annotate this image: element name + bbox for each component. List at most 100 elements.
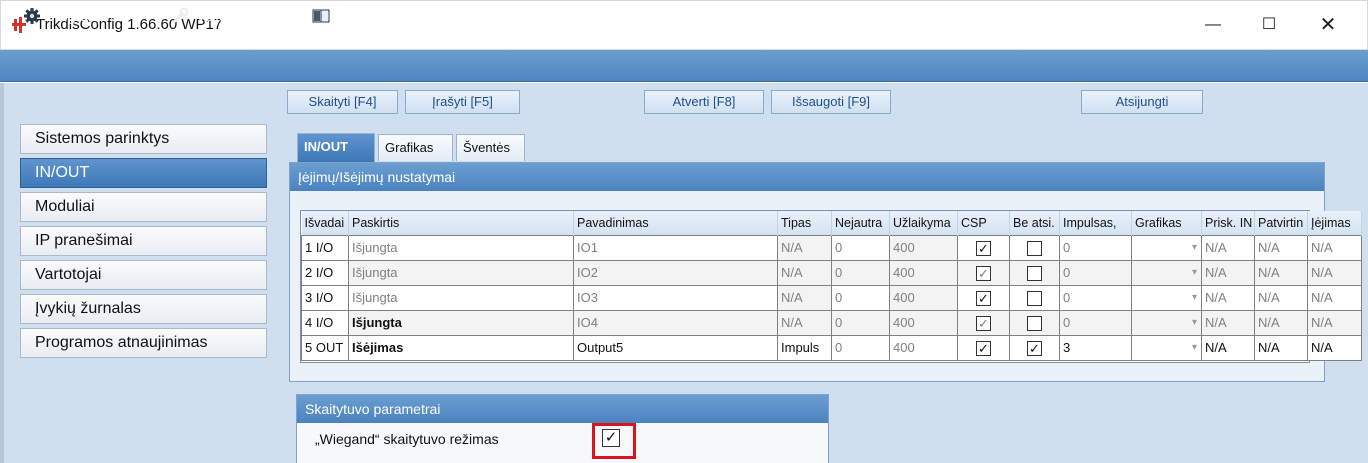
row-grafikas-select[interactable]: ▾ [1131,259,1202,286]
write-button[interactable]: Įrašyti [F5] [405,90,520,114]
row-delay[interactable]: 400 [889,334,958,361]
sidebar-item-moduliai[interactable]: Moduliai [20,192,267,222]
row-patv[interactable]: N/A [1254,334,1308,361]
row-impulse[interactable]: 0 [1059,284,1132,311]
row-nejautra[interactable]: 0 [831,284,890,311]
open-button[interactable]: Atverti [F8] [644,90,764,114]
tab-sventes[interactable]: Šventės [456,134,525,161]
table-row: 3 I/O Išjungta IO3 N/A 0 400 ✓ 0 ▾ N/A N… [301,284,1362,311]
tab-grafikas[interactable]: Grafikas [378,134,453,161]
minimize-button[interactable]: — [1190,8,1236,42]
row-impulse[interactable]: 0 [1059,234,1132,261]
row-name[interactable]: IO3 [573,284,778,311]
check-icon: ✓ [1027,340,1042,356]
row-nejautra[interactable]: 0 [831,334,890,361]
col-isvadai[interactable]: Išvadai [301,211,349,235]
row-iejimas[interactable]: N/A [1307,309,1362,336]
read-button[interactable]: Skaityti [F4] [287,90,398,114]
row-csp-checkbox[interactable]: ✓ [957,309,1010,336]
row-type[interactable]: N/A [777,234,832,261]
col-csp[interactable]: CSP [957,211,1010,235]
row-prisk[interactable]: N/A [1201,259,1255,286]
row-iejimas[interactable]: N/A [1307,284,1362,311]
row-impulse[interactable]: 0 [1059,259,1132,286]
col-prisk-in[interactable]: Prisk. IN [1201,211,1255,235]
row-be-atsi-checkbox[interactable] [1009,309,1060,336]
row-prisk[interactable]: N/A [1201,284,1255,311]
col-grafikas[interactable]: Grafikas [1131,211,1202,235]
row-name[interactable]: IO1 [573,234,778,261]
row-csp-checkbox[interactable]: ✓ [957,234,1010,261]
row-prisk[interactable]: N/A [1201,334,1255,361]
col-be-atsi[interactable]: Be atsi. [1009,211,1060,235]
col-tipas[interactable]: Tipas [777,211,832,235]
disconnect-button[interactable]: Atsijungti [1081,90,1203,114]
table-row: 1 I/O Išjungta IO1 N/A 0 400 ✓ 0 ▾ N/A N… [301,234,1362,261]
menu-veiksmai[interactable]: Veiksmai [172,5,252,27]
col-pavadinimas[interactable]: Pavadinimas [573,211,778,235]
row-nejautra[interactable]: 0 [831,234,890,261]
check-icon: ✓ [976,340,991,356]
save-button[interactable]: Išsaugoti [F9] [771,90,891,114]
col-impulsas[interactable]: Impulsas, [1059,211,1132,235]
row-type[interactable]: Impuls [777,334,832,361]
row-iejimas[interactable]: N/A [1307,234,1362,261]
row-purpose[interactable]: Išjungta [348,309,574,336]
sidebar-item-sistemos-parinktys[interactable]: Sistemos parinktys [20,124,267,154]
row-delay[interactable]: 400 [889,259,958,286]
col-uzlaikyma[interactable]: Užlaikyma [889,211,958,235]
row-iejimas[interactable]: N/A [1307,259,1362,286]
close-button[interactable]: ✕ [1305,8,1351,42]
col-paskirtis[interactable]: Paskirtis [348,211,574,235]
row-grafikas-select[interactable]: ▾ [1131,334,1202,361]
col-iejimas[interactable]: Įėjimas [1307,211,1362,235]
row-delay[interactable]: 400 [889,284,958,311]
row-purpose[interactable]: Išjungta [348,284,574,311]
wrench-icon [172,8,189,24]
sidebar-item-vartotojai[interactable]: Vartotojai [20,260,267,290]
row-patv[interactable]: N/A [1254,234,1308,261]
row-csp-checkbox[interactable]: ✓ [957,334,1010,361]
row-name[interactable]: IO2 [573,259,778,286]
row-grafikas-select[interactable]: ▾ [1131,309,1202,336]
row-csp-checkbox[interactable]: ✓ [957,284,1010,311]
row-be-atsi-checkbox[interactable] [1009,234,1060,261]
menu-apie-programa[interactable]: Apie programą [312,5,428,27]
sidebar-item-ivykiu-zurnalas[interactable]: Įvykių žurnalas [20,294,267,324]
row-be-atsi-checkbox[interactable] [1009,284,1060,311]
row-nejautra[interactable]: 0 [831,259,890,286]
maximize-button[interactable]: ☐ [1246,8,1292,42]
row-csp-checkbox[interactable]: ✓ [957,259,1010,286]
row-purpose[interactable]: Išjungta [348,259,574,286]
sidebar-item-ip-pranesimai[interactable]: IP pranešimai [20,226,267,256]
col-patvirtin[interactable]: Patvirtin [1254,211,1308,235]
col-nejautra[interactable]: Nejautra [831,211,890,235]
row-type[interactable]: N/A [777,259,832,286]
row-impulse[interactable]: 3 [1059,334,1132,361]
row-patv[interactable]: N/A [1254,309,1308,336]
row-purpose[interactable]: Išjungta [348,234,574,261]
row-prisk[interactable]: N/A [1201,309,1255,336]
row-nejautra[interactable]: 0 [831,309,890,336]
row-delay[interactable]: 400 [889,309,958,336]
row-grafikas-select[interactable]: ▾ [1131,234,1202,261]
row-type[interactable]: N/A [777,284,832,311]
row-impulse[interactable]: 0 [1059,309,1132,336]
wiegand-mode-checkbox[interactable]: ✓ [602,429,620,447]
row-patv[interactable]: N/A [1254,284,1308,311]
tab-in-out[interactable]: IN/OUT [297,133,375,163]
sidebar-item-programos-atnaujinimas[interactable]: Programos atnaujinimas [20,328,267,358]
row-be-atsi-checkbox[interactable]: ✓ [1009,334,1060,361]
row-name[interactable]: Output5 [573,334,778,361]
row-delay[interactable]: 400 [889,234,958,261]
row-prisk[interactable]: N/A [1201,234,1255,261]
row-patv[interactable]: N/A [1254,259,1308,286]
row-iejimas[interactable]: N/A [1307,334,1362,361]
row-purpose[interactable]: Išėjimas [348,334,574,361]
menu-programa[interactable]: Programa [24,5,107,27]
row-grafikas-select[interactable]: ▾ [1131,284,1202,311]
row-be-atsi-checkbox[interactable] [1009,259,1060,286]
row-name[interactable]: IO4 [573,309,778,336]
row-type[interactable]: N/A [777,309,832,336]
sidebar-item-in-out[interactable]: IN/OUT [20,158,267,188]
